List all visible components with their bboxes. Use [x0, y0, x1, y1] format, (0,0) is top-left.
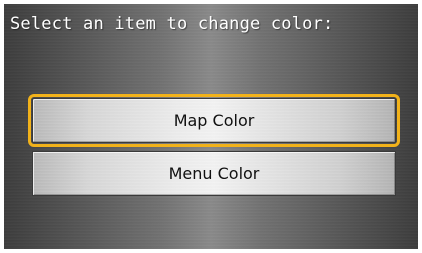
- page-title: Select an item to change color:: [10, 14, 334, 34]
- menu-color-button[interactable]: Menu Color: [32, 151, 396, 196]
- map-color-button[interactable]: Map Color: [28, 94, 400, 147]
- map-color-label: Map Color: [173, 111, 255, 130]
- menu-color-label: Menu Color: [168, 164, 260, 183]
- color-selection-screen: Select an item to change color: Map Colo…: [4, 4, 418, 249]
- color-option-menu: Map Color Menu Color: [28, 94, 400, 196]
